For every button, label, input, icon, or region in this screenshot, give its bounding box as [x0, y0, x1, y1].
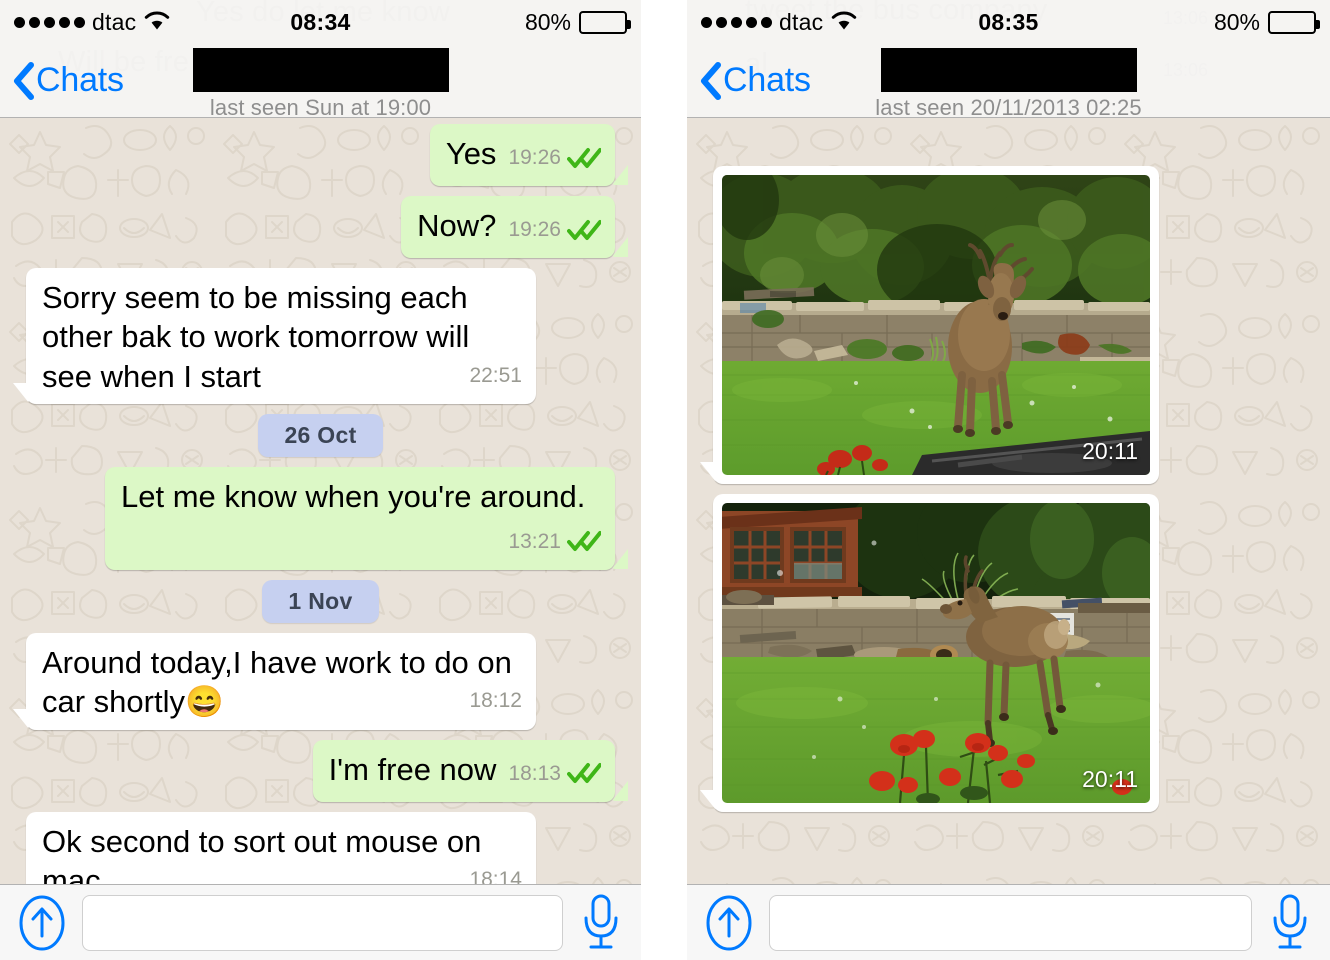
message-meta: 18:13: [508, 754, 602, 793]
message-row: Around today,I have work to do on car sh…: [0, 632, 641, 730]
chat-bubble-incoming[interactable]: Sorry seem to be missing each other bak …: [13, 268, 536, 405]
chat-bubble-image[interactable]: 20:11: [700, 494, 1159, 812]
message-row: Let me know when you're around. 13:21: [0, 467, 641, 570]
message-input-bar: [687, 884, 1330, 960]
status-bar: dtac 08:34 80%: [0, 0, 641, 44]
double-check-icon: [567, 754, 602, 793]
message-row: 20:11: [687, 494, 1330, 812]
chat-bubble-outgoing[interactable]: Let me know when you're around. 13:21: [105, 467, 628, 570]
message-input-bar: [0, 884, 641, 960]
message-row: Sorry seem to be missing each other bak …: [0, 268, 641, 405]
navigation-bar: Chats last seen 20/11/2013 02:25: [687, 44, 1330, 121]
message-text: Around today,I have work to do on car sh…: [42, 644, 512, 720]
message-meta: 18:14: [469, 867, 522, 884]
message-text: Let me know when you're around.: [121, 479, 586, 515]
status-bar: dtac 08:35 80%: [687, 0, 1330, 44]
message-time: 18:12: [469, 689, 522, 713]
message-text-field[interactable]: [82, 894, 563, 951]
message-time: 18:13: [508, 761, 561, 785]
date-separator-row: 1 Nov: [0, 579, 641, 623]
message-text: Ok second to sort out mouse on mac: [42, 823, 482, 884]
message-text: Now?: [417, 208, 497, 244]
message-text: I'm free now: [328, 751, 497, 787]
double-check-icon: [567, 139, 602, 178]
status-bar-right: 80%: [524, 8, 631, 36]
double-check-icon: [567, 522, 602, 561]
battery-icon: [1268, 10, 1320, 34]
message-time: 18:14: [469, 867, 522, 884]
message-meta: 22:51: [469, 363, 522, 390]
message-time: 19:26: [508, 218, 561, 242]
panel-divider-gap: [641, 0, 687, 960]
message-row: Yes 19:26: [0, 124, 641, 187]
microphone-icon[interactable]: [579, 892, 623, 954]
chat-bubble-incoming[interactable]: Around today,I have work to do on car sh…: [13, 632, 536, 730]
contact-name-redacted: [880, 48, 1137, 92]
contact-header[interactable]: last seen Sun at 19:00: [0, 48, 641, 121]
screenshot-stage: Yes do let me know Will be fre dtac 08:3…: [0, 0, 1330, 960]
microphone-icon[interactable]: [1268, 892, 1312, 954]
arrow-up-circle-icon[interactable]: [705, 894, 753, 952]
status-bar-right: 80%: [1213, 8, 1320, 36]
image-timestamp: 20:11: [1082, 438, 1138, 464]
message-row: I'm free now 18:13: [0, 739, 641, 802]
message-meta: 19:26: [508, 139, 602, 178]
date-separator: 26 Oct: [258, 414, 383, 458]
image-timestamp: 20:11: [1082, 766, 1138, 792]
arrow-up-circle-icon[interactable]: [18, 894, 66, 952]
chat-bubble-incoming[interactable]: Ok second to sort out mouse on mac 18:14: [26, 811, 536, 884]
message-list: Yes 19:26 Now? 19:26 Sorry seem to be miss…: [0, 118, 641, 884]
contact-name-redacted: [192, 48, 449, 92]
message-time: 22:51: [469, 363, 522, 387]
message-meta: 19:26: [508, 211, 602, 250]
battery-percentage: 80%: [1213, 8, 1260, 35]
message-input[interactable]: [770, 895, 1251, 950]
message-row: 20:11: [687, 166, 1330, 484]
chat-message-area[interactable]: 20:11 20:11: [687, 118, 1330, 884]
phone-panel-left: Yes do let me know Will be fre dtac 08:3…: [0, 0, 641, 960]
message-text: Yes: [445, 136, 497, 171]
message-time: 13:21: [508, 529, 561, 553]
battery-percentage: 80%: [524, 8, 571, 35]
message-meta: 18:12: [469, 688, 522, 715]
message-list: 20:11 20:11: [687, 118, 1330, 884]
message-row: Now? 19:26: [0, 196, 641, 259]
last-seen-status: last seen Sun at 19:00: [209, 95, 432, 120]
contact-header[interactable]: last seen 20/11/2013 02:25: [687, 48, 1330, 121]
double-check-icon: [567, 211, 602, 250]
last-seen-status: last seen 20/11/2013 02:25: [875, 95, 1142, 120]
message-time: 19:26: [508, 146, 561, 169]
message-row: Ok second to sort out mouse on mac 18:14: [0, 811, 641, 884]
message-input[interactable]: [83, 895, 562, 950]
message-text-field[interactable]: [769, 894, 1252, 951]
message-text: Sorry seem to be missing each other bak …: [42, 280, 470, 394]
chat-bubble-outgoing[interactable]: I'm free now 18:13: [312, 739, 629, 802]
chat-bubble-outgoing[interactable]: Now? 19:26: [401, 196, 628, 259]
chat-bubble-outgoing[interactable]: Yes 19:26: [429, 124, 629, 187]
chat-bubble-image[interactable]: 20:11: [700, 166, 1159, 484]
date-separator: 1 Nov: [262, 579, 379, 623]
photo-deer-facing-camera[interactable]: 20:11: [722, 175, 1150, 475]
battery-icon: [579, 10, 631, 34]
message-meta: 13:21: [508, 522, 602, 561]
phone-panel-right: tweet the bus company al 13:06 13:06 dta…: [687, 0, 1330, 960]
date-separator-row: 26 Oct: [0, 414, 641, 458]
navigation-bar: Chats last seen Sun at 19:00: [0, 44, 641, 121]
chat-message-area[interactable]: Yes 19:26 Now? 19:26 Sorry seem to be miss…: [0, 118, 641, 884]
photo-deer-in-profile[interactable]: 20:11: [722, 503, 1150, 803]
